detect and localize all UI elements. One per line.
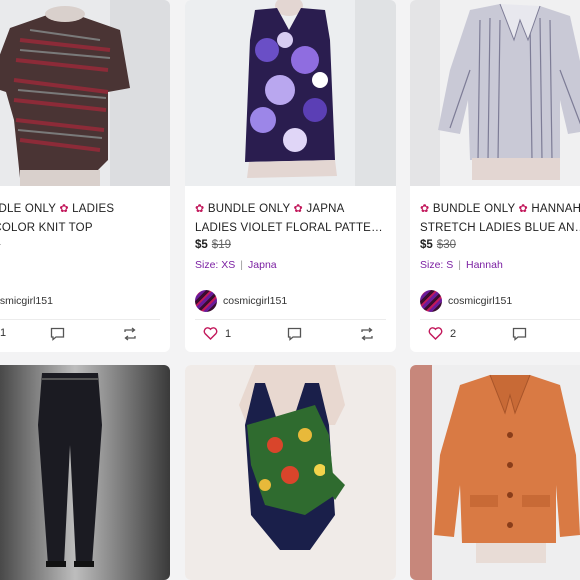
avatar (195, 290, 217, 312)
listing-image[interactable] (410, 365, 580, 580)
listing-image[interactable] (410, 0, 580, 186)
title-line1: BUNDLE ONLY (207, 203, 291, 215)
title-line1-suffix: HANNAH (531, 203, 580, 215)
avatar (420, 290, 442, 312)
title-line1-suffix: LADIES (72, 203, 115, 215)
share-button[interactable] (359, 327, 375, 341)
current-price: $5 (420, 239, 433, 251)
brand-label[interactable]: Japna (248, 259, 277, 271)
heart-icon (428, 327, 443, 340)
listing-card[interactable] (410, 365, 580, 580)
flower-icon: ✿ (420, 203, 430, 215)
title-line2: STRETCH LADIES BLUE AND… (420, 222, 580, 234)
seller-name: cosmicgirl151 (223, 295, 288, 307)
like-count: 2 (450, 327, 457, 340)
comment-icon (287, 327, 302, 341)
title-line2: ICOLOR KNIT TOP (0, 222, 93, 234)
size-label[interactable]: Size: XS (195, 259, 235, 271)
brand-label[interactable]: Hannah (466, 259, 503, 271)
flower-icon: ✿ (195, 203, 205, 215)
listing-card[interactable] (185, 365, 396, 580)
comment-button[interactable] (512, 327, 527, 341)
flower-icon: ✿ (518, 203, 528, 215)
listing-title[interactable]: ✿ BUNDLE ONLY ✿ JAPNA LADIES VIOLET FLOR… (195, 200, 388, 238)
like-count: 1 (225, 327, 232, 340)
title-line2: LADIES VIOLET FLORAL PATTER… (195, 222, 388, 234)
seller-link[interactable]: cosmicgirl151 (420, 290, 512, 312)
listing-actions: 1 (195, 319, 386, 348)
seller-name: cosmicgirl151 (448, 295, 513, 307)
listing-meta: Size: XS | Japna (195, 259, 277, 271)
listing-image[interactable] (185, 365, 396, 580)
size-label[interactable]: Size: S (420, 259, 453, 271)
listing-title[interactable]: NDLE ONLY ✿ LADIES ICOLOR KNIT TOP (0, 200, 162, 238)
seller-link[interactable]: cosmicgirl151 (195, 290, 287, 312)
listing-card[interactable]: NDLE ONLY ✿ LADIES ICOLOR KNIT TOP 2 S o… (0, 0, 170, 352)
listing-actions: 2 (420, 319, 580, 348)
listing-card[interactable]: ✿ BUNDLE ONLY ✿ JAPNA LADIES VIOLET FLOR… (185, 0, 396, 352)
heart-icon (203, 327, 218, 340)
listing-card[interactable] (0, 365, 170, 580)
current-price: $5 (195, 239, 208, 251)
comment-button[interactable] (50, 327, 65, 341)
price: $5 $19 (195, 239, 231, 251)
listing-image[interactable] (0, 365, 170, 580)
listing-meta: Size: S | Hannah (420, 259, 503, 271)
title-line1: BUNDLE ONLY (432, 203, 516, 215)
comment-icon (50, 327, 65, 341)
seller-link[interactable]: osmicgirl151 (0, 290, 53, 312)
original-price: $19 (211, 239, 231, 251)
flower-icon: ✿ (293, 203, 303, 215)
listing-image[interactable] (185, 0, 396, 186)
share-icon (361, 327, 373, 341)
price: $5 $30 (420, 239, 456, 251)
like-button[interactable]: 2 (428, 327, 456, 340)
comment-icon (512, 327, 527, 341)
original-price: $30 (436, 239, 456, 251)
meta-separator: | (458, 259, 461, 271)
flower-icon: ✿ (59, 203, 69, 215)
listing-card[interactable]: ✿ BUNDLE ONLY ✿ HANNAH STRETCH LADIES BL… (410, 0, 580, 352)
title-line1: NDLE ONLY (0, 203, 56, 215)
listing-grid: NDLE ONLY ✿ LADIES ICOLOR KNIT TOP 2 S o… (0, 0, 580, 580)
meta-separator: | (240, 259, 244, 271)
share-icon (124, 327, 136, 341)
seller-name: osmicgirl151 (0, 295, 53, 307)
like-count: 1 (0, 327, 7, 339)
like-button[interactable]: 1 (203, 327, 231, 340)
listing-title[interactable]: ✿ BUNDLE ONLY ✿ HANNAH STRETCH LADIES BL… (420, 200, 580, 238)
share-button[interactable] (122, 327, 138, 341)
comment-button[interactable] (287, 327, 302, 341)
listing-actions: 1 (0, 319, 160, 348)
like-button[interactable]: 1 (0, 327, 6, 339)
title-line1-suffix: JAPNA (306, 203, 345, 215)
listing-image[interactable] (0, 0, 170, 186)
